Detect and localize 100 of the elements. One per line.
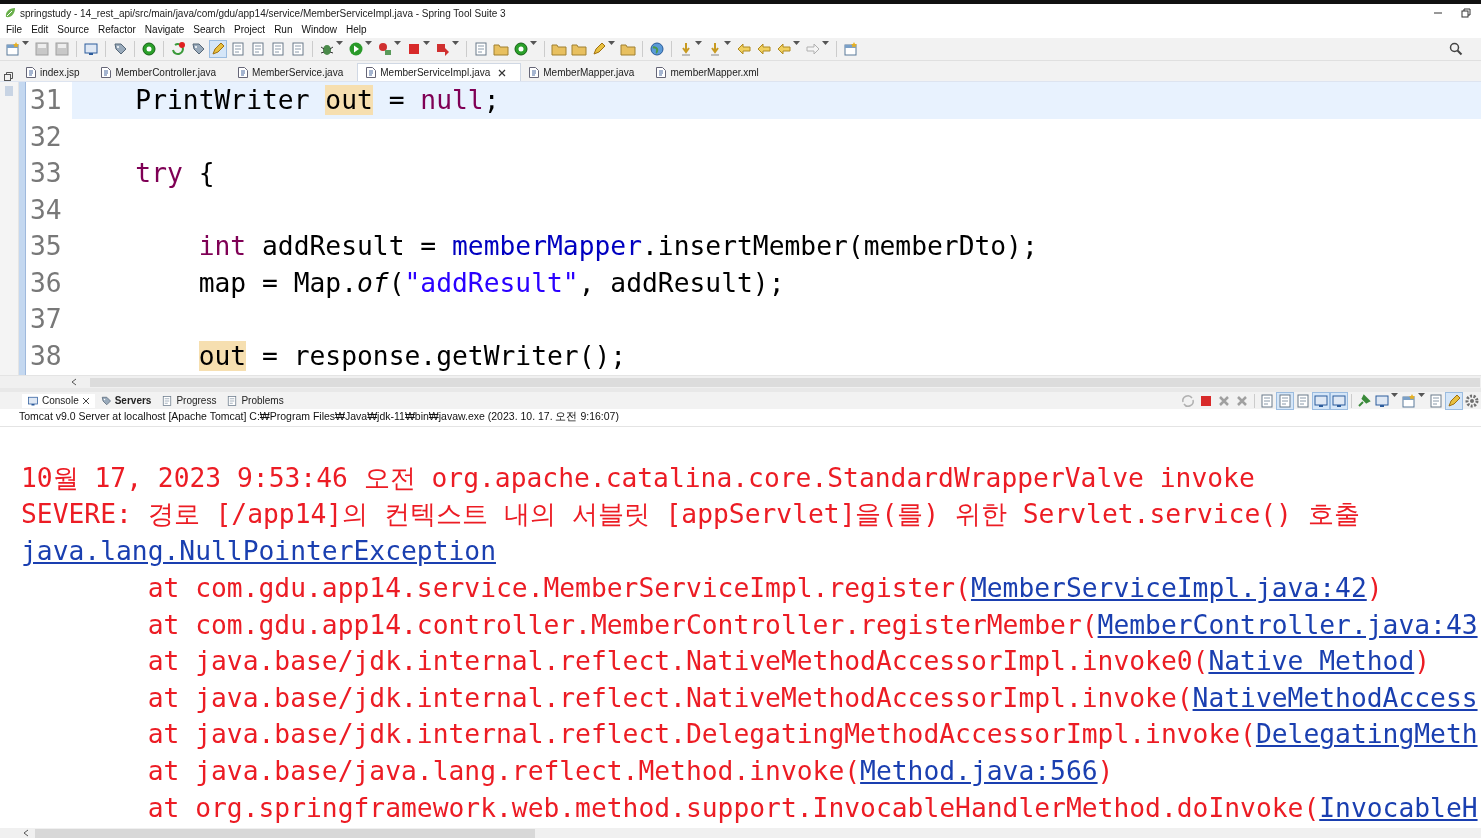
search-icon[interactable] — [1449, 42, 1463, 56]
stack-trace-link[interactable]: InvocableH — [1319, 792, 1478, 823]
new-file-icon[interactable] — [842, 40, 860, 58]
tool-icon[interactable] — [376, 40, 403, 58]
code-text: addResult = — [261, 231, 438, 262]
stack-trace-link[interactable]: NativeMethodAccess — [1192, 682, 1478, 713]
document-icon[interactable] — [229, 40, 247, 58]
code-text: = — [387, 85, 406, 116]
console-text: at java.base/jdk.internal.reflect.DelegatingMethodAccessorImpl.invoke( — [147, 719, 1256, 750]
close-icon[interactable] — [81, 396, 90, 405]
stack-trace-link[interactable]: Method.java:566 — [860, 756, 1098, 787]
run-icon[interactable] — [347, 40, 374, 58]
code-keyword: null — [420, 85, 484, 116]
pen-icon[interactable] — [209, 40, 227, 58]
line-number: 36 — [29, 267, 63, 298]
menu-item[interactable]: Help — [343, 23, 373, 35]
code-string: "addResult" — [404, 267, 579, 298]
line-number: 32 — [29, 121, 63, 152]
code-text: ( — [388, 267, 405, 298]
menu-item[interactable]: Window — [298, 23, 344, 35]
console-text: at java.base/jdk.internal.reflect.NativeMethodAccessorImpl.invoke0( — [147, 646, 1209, 677]
document-icon[interactable] — [249, 40, 267, 58]
pen-icon[interactable] — [590, 40, 617, 58]
editor-tab[interactable]: MemberServiceImpl.java — [357, 63, 522, 81]
highlighted-occurrence: out — [198, 340, 247, 371]
editor-tab[interactable]: MemberService.java — [230, 64, 358, 81]
document-icon — [226, 394, 239, 407]
console-text: SEVERE: 경로 [/app14]의 컨텍스트 내의 서블릿 [appServlet]을(를) 위한 Servlet.service() 호출 — [21, 498, 1360, 532]
document-icon[interactable] — [472, 40, 490, 58]
document-icon[interactable] — [289, 40, 307, 58]
menu-item[interactable]: Source — [54, 23, 96, 35]
code-text: ; — [483, 85, 500, 116]
document-icon — [161, 394, 174, 407]
stack-trace-link[interactable]: DelegatingMeth — [1255, 719, 1478, 750]
code-keyword: int — [198, 231, 247, 262]
code-text: = response.getWriter(); — [261, 340, 627, 371]
stack-trace-link[interactable]: java.lang.NullPointerException — [21, 536, 496, 567]
stack-trace-link[interactable]: Native Method — [1208, 646, 1415, 677]
editor-tab[interactable]: index.jsp — [18, 64, 94, 81]
tag-icon — [99, 394, 112, 407]
console-text: ) — [1366, 573, 1383, 604]
line-number: 38 — [29, 340, 63, 371]
document-icon[interactable] — [1258, 391, 1276, 410]
line-number: 35 — [29, 231, 63, 262]
globe-icon[interactable] — [648, 40, 666, 58]
window-title: springstudy - 14_rest_api/src/main/java/com/gdu/app14/service/MemberServiceImpl.java - Spring Tool Suite 3 — [20, 7, 507, 19]
menu-item[interactable]: Navigate — [141, 23, 191, 35]
monitor-icon[interactable] — [1330, 391, 1348, 410]
file-icon — [656, 67, 667, 78]
line-number: 34 — [29, 194, 63, 225]
file-icon — [26, 67, 36, 78]
process-label: Tomcat v9.0 Server at localhost [Apache Tomcat] C:₩Program Files₩Java₩jdk-11₩bin₩javaw.exe (2023. 10. 17. 오전 9:16:07) — [0, 409, 1481, 427]
pen-icon[interactable] — [1445, 391, 1463, 410]
file-icon — [529, 67, 540, 78]
ruler-icon — [5, 86, 13, 96]
code-text: memberMapper — [452, 231, 642, 262]
view-tab[interactable]: Console — [22, 393, 95, 408]
monitor-icon[interactable] — [82, 40, 100, 58]
menu-item[interactable]: File — [3, 23, 29, 35]
document-icon[interactable] — [1276, 391, 1294, 410]
refresh-icon[interactable] — [169, 40, 187, 58]
highlighted-occurrence: out — [325, 85, 373, 116]
code-text: PrintWriter — [135, 85, 311, 116]
menu-item[interactable]: Edit — [28, 23, 55, 35]
view-tab[interactable]: Servers — [94, 393, 157, 408]
new-file-icon[interactable] — [1400, 391, 1427, 410]
bug-icon[interactable] — [318, 40, 345, 58]
code-text: { — [197, 158, 215, 189]
menu-item[interactable]: Run — [271, 23, 299, 35]
editor-tab[interactable]: MemberMapper.java — [521, 64, 649, 81]
scrollbar-thumb[interactable] — [35, 828, 535, 838]
view-tab[interactable]: Problems — [221, 393, 289, 408]
console-text: at java.base/jdk.internal.reflect.NativeMethodAccessorImpl.invoke( — [147, 682, 1193, 713]
code-text: , addResult); — [578, 267, 785, 298]
menu-item[interactable]: Search — [190, 23, 231, 35]
menu-item[interactable]: Refactor — [95, 23, 142, 35]
console-text: ) — [1097, 756, 1114, 787]
close-icon[interactable] — [498, 68, 507, 77]
scroll-left-icon[interactable] — [22, 829, 30, 837]
document-icon[interactable] — [269, 40, 287, 58]
restore-icon[interactable] — [4, 72, 13, 81]
circle-icon[interactable] — [140, 40, 158, 58]
monitor-icon[interactable] — [1312, 391, 1330, 410]
console-text: at java.base/java.lang.reflect.Method.invoke( — [147, 756, 861, 787]
editor-tab[interactable]: memberMapper.xml — [648, 64, 773, 81]
export-icon[interactable] — [434, 40, 461, 58]
document-icon[interactable] — [1427, 391, 1445, 410]
stack-trace-link[interactable]: MemberController.java:43 — [1097, 609, 1478, 640]
view-tab[interactable]: Progress — [156, 393, 222, 408]
stack-trace-link[interactable]: MemberServiceImpl.java:42 — [970, 573, 1367, 604]
code-text: .insertMember(memberDto); — [642, 231, 1038, 262]
restore-icon[interactable] — [1461, 8, 1471, 18]
scroll-left-icon[interactable] — [70, 378, 78, 386]
console-text: at org.springframework.web.method.support.InvocableHandlerMethod.doInvoke( — [147, 792, 1320, 823]
monitor-icon[interactable] — [1373, 391, 1400, 410]
file-icon — [366, 67, 377, 78]
new-file-icon[interactable] — [4, 40, 31, 58]
menu-item[interactable]: Project — [231, 23, 272, 35]
editor-tab[interactable]: MemberController.java — [93, 64, 231, 81]
circle-icon[interactable] — [512, 40, 539, 58]
